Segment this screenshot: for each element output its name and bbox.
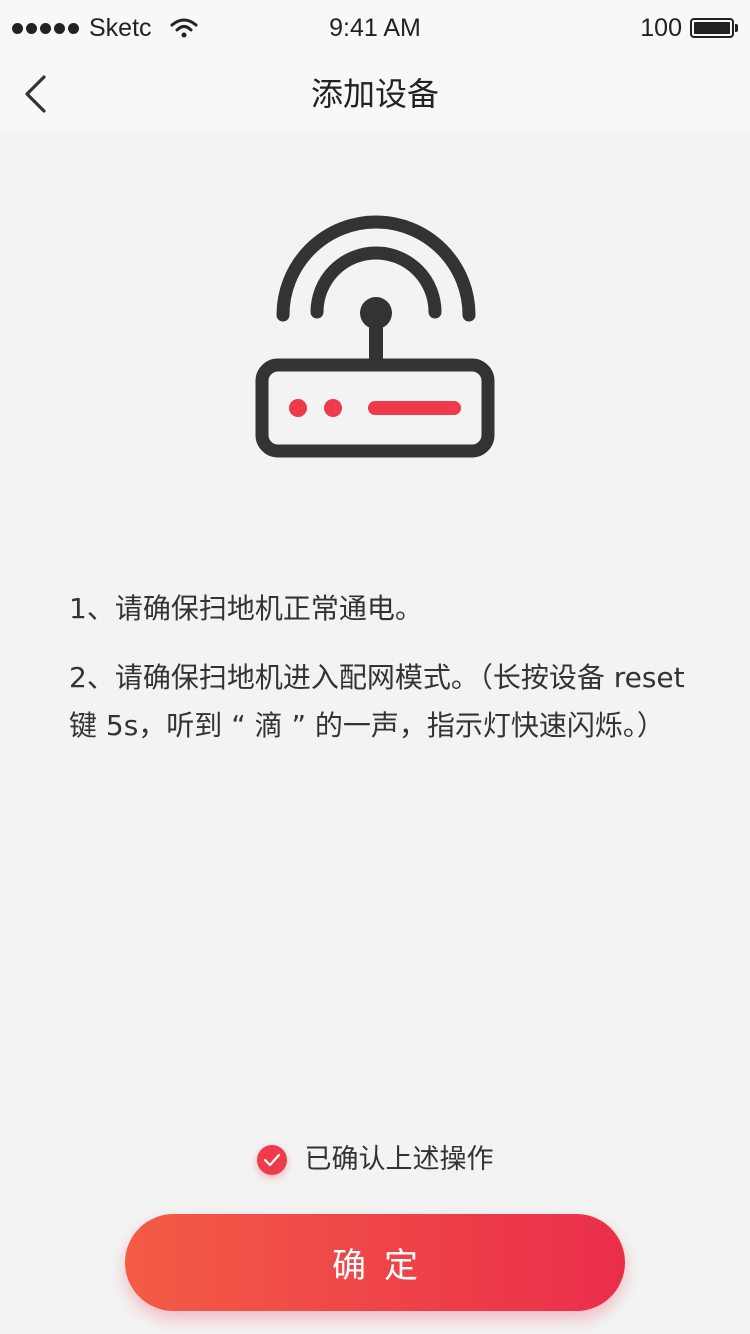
instruction-step-2: 2、请确保扫地机进入配网模式。（长按设备 reset 键 5s，听到 “ 滴 ”… [69, 661, 685, 742]
instruction-step-1: 1、请确保扫地机正常通电。 [69, 592, 423, 625]
indicator-light [289, 399, 307, 417]
instructions: 1、请确保扫地机正常通电。 2、请确保扫地机进入配网模式。（长按设备 reset… [69, 585, 709, 771]
battery-level: 100 [640, 13, 682, 42]
indicator-bar [368, 401, 461, 415]
confirm-label: 已确认上述操作 [304, 1144, 494, 1175]
status-bar: Sketc 9:41 AM 100 [0, 0, 750, 56]
indicator-light [324, 399, 342, 417]
header: Sketc 9:41 AM 100 添加设备 [0, 0, 750, 131]
checkmark-icon [263, 1153, 280, 1167]
page-title: 添加设备 [310, 75, 439, 113]
confirm-button[interactable]: 确定 [125, 1214, 625, 1311]
confirm-checkbox-row[interactable]: 已确认上述操作 [0, 1140, 750, 1180]
battery-group: 100 [640, 13, 738, 43]
confirm-checkbox[interactable] [256, 1145, 287, 1175]
battery-tip [735, 24, 738, 32]
router-icon [255, 215, 495, 458]
battery-icon [690, 18, 734, 38]
status-time: 9:41 AM [329, 14, 421, 42]
nav-bar: 添加设备 [0, 56, 750, 131]
